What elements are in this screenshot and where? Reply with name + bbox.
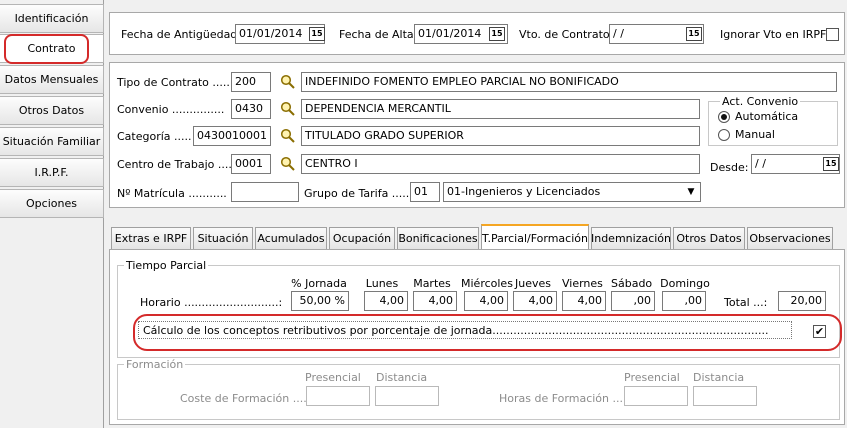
desde-calendar-icon[interactable]: 15 bbox=[823, 157, 839, 171]
categoria-description: TITULADO GRADO SUPERIOR bbox=[301, 126, 700, 146]
vto-calendar-icon[interactable]: 15 bbox=[686, 27, 702, 41]
tab-acumulados[interactable]: Acumulados bbox=[255, 227, 327, 249]
tipo-contrato-description: INDEFINIDO FOMENTO EMPLEO PARCIAL NO BON… bbox=[301, 72, 837, 92]
tab-bonificaciones[interactable]: Bonificaciones bbox=[397, 227, 479, 249]
categoria-lookup-icon[interactable] bbox=[280, 128, 296, 144]
alta-calendar-icon[interactable]: 15 bbox=[489, 27, 505, 41]
miercoles-hours-field[interactable]: 4,00 bbox=[464, 291, 508, 311]
jornada-percent-field[interactable]: 50,00 % bbox=[291, 291, 349, 311]
matricula-label: Nº Matrícula ........... bbox=[117, 187, 227, 200]
coste-distancia-field[interactable] bbox=[375, 386, 439, 406]
header-jueves: Jueves bbox=[515, 277, 551, 290]
coste-presencial-header: Presencial bbox=[305, 371, 361, 384]
left-navigation: Identificación Contrato Datos Mensuales … bbox=[0, 0, 104, 428]
coste-formacion-label: Coste de Formación ....: bbox=[180, 392, 311, 405]
viernes-hours-field[interactable]: 4,00 bbox=[562, 291, 606, 311]
tipo-lookup-icon[interactable] bbox=[280, 74, 296, 90]
nav-datos-mensuales-button[interactable]: Datos Mensuales bbox=[0, 65, 104, 94]
ignorar-irpf-label: Ignorar Vto en IRPF bbox=[720, 28, 827, 41]
tparcial-tab-content: Tiempo Parcial % Jornada Lunes Martes Mi… bbox=[109, 249, 845, 425]
chevron-down-icon[interactable]: ▼ bbox=[683, 184, 699, 200]
alta-label: Fecha de Alta: bbox=[339, 28, 418, 41]
header-viernes: Viernes bbox=[562, 277, 603, 290]
horario-label: Horario ...........................: bbox=[140, 296, 283, 309]
horas-distancia-field[interactable] bbox=[693, 386, 757, 406]
coste-presencial-field[interactable] bbox=[306, 386, 370, 406]
tipo-contrato-code-field[interactable]: 200 bbox=[231, 72, 271, 92]
nav-identificacion-button[interactable]: Identificación bbox=[0, 4, 104, 33]
categoria-code-field[interactable]: 0430010001 bbox=[193, 126, 271, 146]
horas-distancia-header: Distancia bbox=[693, 371, 745, 384]
antiguedad-label: Fecha de Antigüedad: bbox=[121, 28, 241, 41]
centro-lookup-icon[interactable] bbox=[280, 156, 296, 172]
grupo-code-field[interactable]: 01 bbox=[410, 182, 440, 202]
header-domingo: Domingo bbox=[660, 277, 710, 290]
vto-label: Vto. de Contrato: bbox=[519, 28, 614, 41]
nav-situacion-familiar-button[interactable]: Situación Familiar bbox=[0, 127, 104, 156]
grupo-tarifa-label: Grupo de Tarifa ..... bbox=[304, 187, 410, 200]
header-jornada: % Jornada bbox=[291, 277, 347, 290]
sabado-hours-field[interactable]: ,00 bbox=[611, 291, 655, 311]
header-lunes: Lunes bbox=[365, 277, 399, 290]
act-convenio-title: Act. Convenio bbox=[720, 95, 801, 108]
radio-automatica-label: Automática bbox=[735, 110, 799, 123]
tab-situacion[interactable]: Situación bbox=[193, 227, 253, 249]
grupo-tarifa-selected-value: 01-Ingenieros y Licenciados bbox=[447, 185, 601, 198]
tiempo-parcial-title: Tiempo Parcial bbox=[124, 259, 209, 272]
centro-trabajo-label: Centro de Trabajo .... bbox=[117, 158, 232, 171]
total-label: Total ...: bbox=[724, 296, 768, 309]
tab-otros-datos[interactable]: Otros Datos bbox=[673, 227, 745, 249]
antiguedad-calendar-icon[interactable]: 15 bbox=[309, 27, 325, 41]
nav-otros-datos-button[interactable]: Otros Datos bbox=[0, 96, 104, 125]
coste-distancia-header: Distancia bbox=[376, 371, 428, 384]
tab-extras-irpf[interactable]: Extras e IRPF bbox=[111, 227, 191, 249]
nav-opciones-button[interactable]: Opciones bbox=[0, 189, 104, 218]
radio-automatica[interactable] bbox=[718, 111, 730, 123]
horas-presencial-header: Presencial bbox=[624, 371, 680, 384]
centro-code-field[interactable]: 0001 bbox=[231, 154, 271, 174]
grupo-tarifa-select[interactable]: 01-Ingenieros y Licenciados ▼ bbox=[443, 182, 701, 202]
nav-irpf-button[interactable]: I.R.P.F. bbox=[0, 158, 104, 187]
calculo-label: Cálculo de los conceptos retributivos po… bbox=[143, 324, 769, 337]
radio-manual[interactable] bbox=[718, 129, 730, 141]
categoria-label: Categoría ..... bbox=[117, 130, 192, 143]
radio-manual-label: Manual bbox=[735, 128, 775, 141]
total-hours-field: 20,00 bbox=[778, 291, 826, 311]
horas-formacion-label: Horas de Formación ....: bbox=[499, 392, 631, 405]
calculo-option-row[interactable]: Cálculo de los conceptos retributivos po… bbox=[138, 321, 792, 339]
tab-ocupacion[interactable]: Ocupación bbox=[329, 227, 395, 249]
header-martes: Martes bbox=[413, 277, 451, 290]
convenio-label: Convenio ............... bbox=[117, 103, 225, 116]
tipo-contrato-label: Tipo de Contrato ...... bbox=[117, 76, 234, 89]
contract-panel: Tipo de Contrato ...... 200 INDEFINIDO F… bbox=[109, 62, 845, 208]
lunes-hours-field[interactable]: 4,00 bbox=[364, 291, 408, 311]
header-sabado: Sábado bbox=[611, 277, 653, 290]
dates-panel: Fecha de Antigüedad: 01/01/2014 15 Fecha… bbox=[109, 12, 845, 55]
calculo-checkbox[interactable]: ✔ bbox=[813, 325, 826, 338]
martes-hours-field[interactable]: 4,00 bbox=[413, 291, 457, 311]
domingo-hours-field[interactable]: ,00 bbox=[662, 291, 706, 311]
tab-observaciones[interactable]: Observaciones bbox=[747, 227, 833, 249]
jueves-hours-field[interactable]: 4,00 bbox=[513, 291, 557, 311]
header-miercoles: Miércoles bbox=[461, 277, 513, 290]
tab-indemnizacion[interactable]: Indemnización bbox=[591, 227, 671, 249]
horas-presencial-field[interactable] bbox=[624, 386, 688, 406]
tab-tparcial-formacion[interactable]: T.Parcial/Formación bbox=[481, 224, 589, 250]
matricula-field[interactable] bbox=[231, 182, 299, 202]
convenio-description: DEPENDENCIA MERCANTIL bbox=[301, 99, 700, 119]
formacion-title: Formación bbox=[124, 358, 186, 371]
desde-label: Desde: bbox=[710, 161, 749, 174]
centro-description: CENTRO I bbox=[301, 154, 700, 174]
convenio-lookup-icon[interactable] bbox=[280, 101, 296, 117]
ignorar-irpf-checkbox[interactable] bbox=[826, 28, 839, 41]
convenio-code-field[interactable]: 0430 bbox=[231, 99, 271, 119]
nav-contrato-button[interactable]: Contrato bbox=[0, 34, 104, 63]
